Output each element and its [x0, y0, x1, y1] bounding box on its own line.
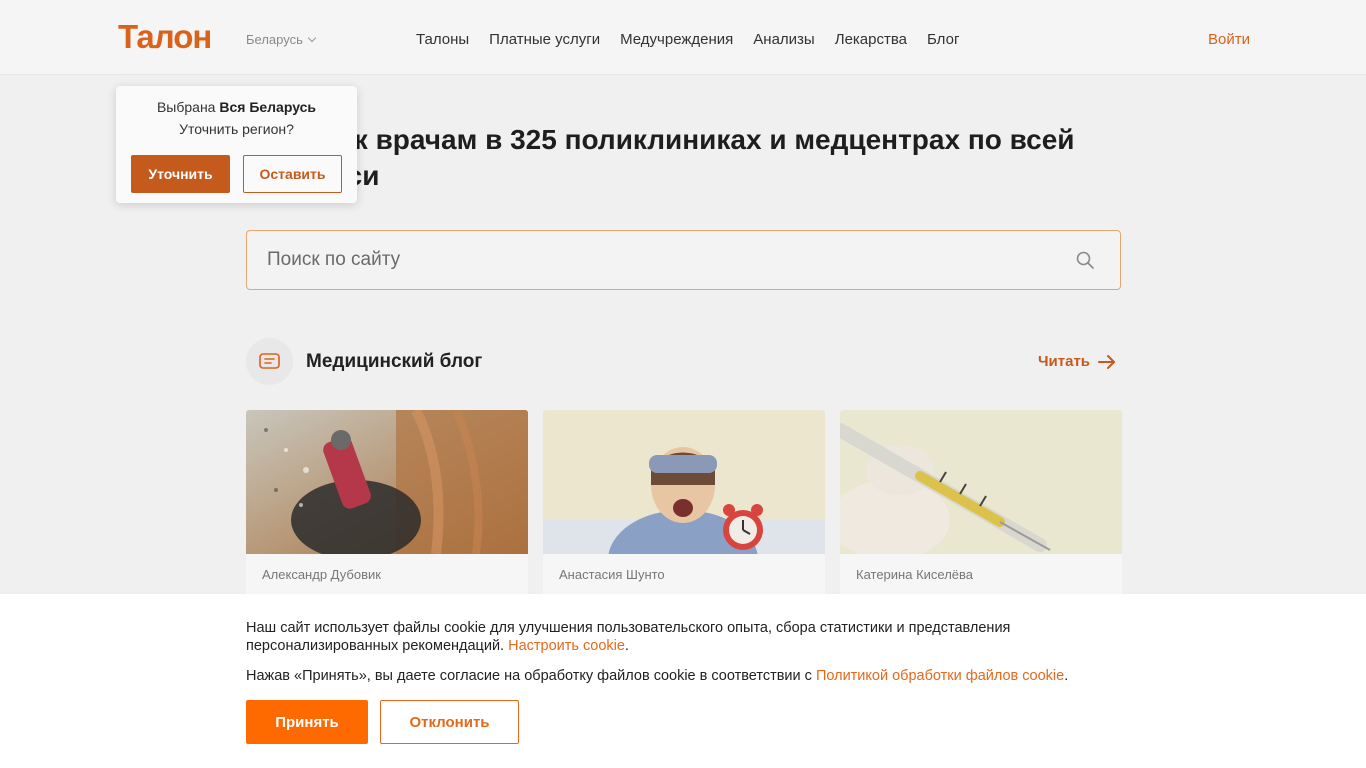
region-label: Беларусь [246, 32, 303, 47]
blog-section-title: Медицинский блог [306, 351, 483, 372]
region-selected-value: Вся Беларусь [219, 99, 317, 115]
cookie-text-1: Наш сайт использует файлы cookie для улу… [246, 620, 1011, 654]
region-selected-text: Выбрана Вся Беларусь [116, 99, 357, 115]
cookie-text-1-body: Наш сайт использует файлы cookie для улу… [246, 620, 1011, 654]
blog-cards: Александр Дубовик Анастасия Шунто Катери… [246, 410, 1122, 620]
cookie-accept-button[interactable]: Принять [246, 700, 368, 744]
blog-card-image-syringe [840, 410, 1122, 554]
nav-item-medical-institutions[interactable]: Медучреждения [620, 31, 733, 48]
blog-section-icon-container [246, 338, 293, 385]
login-link[interactable]: Войти [1208, 31, 1250, 48]
blog-card[interactable]: Александр Дубовик [246, 410, 528, 620]
search-input[interactable] [247, 231, 1120, 289]
cookie-policy-link[interactable]: Политикой обработки файлов cookie [816, 668, 1064, 684]
nav-item-talony[interactable]: Талоны [416, 31, 469, 48]
blog-read-link[interactable]: Читать [1038, 353, 1116, 370]
chevron-down-icon [307, 33, 317, 43]
cookie-banner: Наш сайт использует файлы cookie для улу… [0, 594, 1366, 768]
region-question: Уточнить регион? [179, 121, 294, 137]
arrow-right-icon [1098, 354, 1116, 369]
blog-card-image-tattoo [246, 410, 528, 554]
nav-item-paid-services[interactable]: Платные услуги [489, 31, 600, 48]
blog-card-author: Катерина Киселёва [856, 567, 974, 582]
region-confirm-popup: Выбрана Вся Беларусь Уточнить регион? Ут… [116, 86, 357, 203]
nav-item-analyses[interactable]: Анализы [753, 31, 814, 48]
clarify-region-button[interactable]: Уточнить [131, 155, 230, 193]
search-icon[interactable] [1076, 251, 1094, 269]
search-box [246, 230, 1121, 290]
cookie-settings-link[interactable]: Настроить cookie [508, 638, 625, 654]
keep-region-button[interactable]: Оставить [243, 155, 342, 193]
cookie-text-2: Нажав «Принять», вы даете согласие на об… [246, 668, 1069, 684]
site-header: Талон Беларусь Талоны Платные услуги Мед… [0, 0, 1366, 75]
blog-card-image-alarm [543, 410, 825, 554]
blog-card[interactable]: Анастасия Шунто [543, 410, 825, 620]
main-nav: Талоны Платные услуги Медучреждения Анал… [416, 31, 959, 48]
region-selected-prefix: Выбрана [156, 99, 216, 115]
site-logo[interactable]: Талон [118, 18, 212, 56]
cookie-decline-button[interactable]: Отклонить [380, 700, 519, 744]
cookie-text-2-body: Нажав «Принять», вы даете согласие на об… [246, 668, 812, 684]
nav-item-medicines[interactable]: Лекарства [835, 31, 907, 48]
blog-read-label: Читать [1038, 353, 1091, 370]
region-selector[interactable]: Беларусь [246, 32, 317, 47]
blog-card-author: Анастасия Шунто [559, 567, 665, 582]
blog-icon [259, 353, 280, 369]
blog-card[interactable]: Катерина Киселёва [840, 410, 1122, 620]
blog-card-author: Александр Дубовик [262, 567, 381, 582]
page-title: Запись к врачам в 325 поликлиниках и мед… [246, 124, 1075, 191]
nav-item-blog[interactable]: Блог [927, 31, 959, 48]
